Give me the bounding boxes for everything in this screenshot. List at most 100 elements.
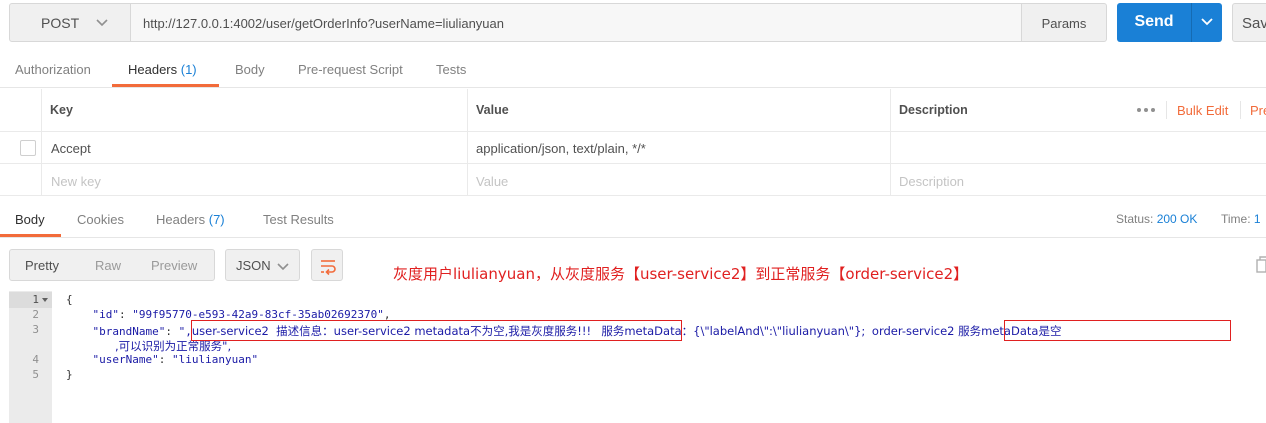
response-status: Status: 200 OK: [1116, 212, 1197, 226]
chevron-down-icon[interactable]: [1201, 17, 1213, 27]
code-line: }: [66, 368, 73, 381]
chevron-down-icon: [277, 263, 289, 271]
table-row-new: New key Value Description: [0, 164, 1266, 196]
tab-label: Authorization: [15, 62, 91, 77]
tab-label: Headers: [156, 212, 209, 227]
new-value-placeholder: Value: [476, 174, 509, 189]
tab-label: Tests: [436, 62, 467, 77]
active-tab-indicator: [112, 84, 219, 87]
new-key-placeholder: New key: [51, 174, 101, 189]
params-button[interactable]: Params: [1021, 3, 1107, 42]
divider: [1166, 101, 1167, 119]
key-cell[interactable]: Accept: [41, 132, 467, 163]
format-select[interactable]: JSON: [225, 249, 300, 281]
new-value-input[interactable]: Value: [467, 164, 890, 195]
column-header-key: Key: [41, 89, 467, 131]
json-string: "liulianyuan": [171, 353, 259, 366]
view-preview-button[interactable]: Preview: [151, 258, 197, 273]
url-input[interactable]: http://127.0.0.1:4002/user/getOrderInfo?…: [131, 3, 1022, 42]
view-pretty-button[interactable]: Pretty: [25, 258, 59, 273]
request-tabs: Authorization Headers (1) Body Pre-reque…: [0, 52, 1266, 88]
status-value: 200 OK: [1156, 212, 1198, 226]
view-raw-button[interactable]: Raw: [95, 258, 121, 273]
row-enabled-checkbox[interactable]: [20, 140, 36, 156]
request-bar: POST http://127.0.0.1:4002/user/getOrder…: [0, 0, 1266, 46]
line-number: 4: [32, 353, 39, 366]
tab-label: Headers: [128, 62, 181, 77]
url-text: http://127.0.0.1:4002/user/getOrderInfo?…: [143, 16, 504, 31]
send-divider: [1191, 3, 1192, 42]
column-header-label: Key: [50, 103, 73, 117]
tab-label: Pre-request Script: [298, 62, 403, 77]
line-number: 5: [32, 368, 39, 381]
response-tabs: Body Cookies Headers (7) Test Results St…: [0, 198, 1266, 238]
presets-link[interactable]: Pre: [1250, 103, 1266, 118]
chevron-down-icon: [96, 19, 108, 27]
send-button[interactable]: Send: [1117, 3, 1222, 42]
highlight-box: [191, 320, 682, 341]
divider: [1240, 101, 1241, 119]
json-key: "brandName": [92, 325, 166, 338]
tab-tests[interactable]: Tests: [436, 62, 466, 77]
tab-label: Body: [235, 62, 265, 77]
fold-arrow-icon[interactable]: [42, 298, 48, 302]
tab-count-badge: (1): [180, 62, 197, 77]
time-value: 1: [1253, 212, 1261, 226]
column-header-label: Description: [899, 103, 968, 117]
column-header-value: Value: [467, 89, 890, 131]
new-key-input[interactable]: New key: [41, 164, 467, 195]
table-header-row: Key Value Description Bulk Edit Pre: [0, 89, 1266, 132]
save-button[interactable]: Sav: [1232, 3, 1266, 42]
brace: {: [66, 293, 73, 306]
highlight-box: [1004, 320, 1231, 341]
bulk-edit-link[interactable]: Bulk Edit: [1177, 103, 1228, 118]
response-body-editor[interactable]: 1 2 3 4 5 { "id": "99f95770-e593-42a9-83…: [9, 291, 1266, 423]
json-key: "id": [92, 308, 120, 321]
json-key: "userName": [92, 353, 159, 366]
wrap-lines-button[interactable]: [311, 249, 343, 281]
response-tab-headers[interactable]: Headers (7): [156, 212, 225, 227]
copy-icon[interactable]: [1256, 256, 1266, 274]
code-line: {: [66, 293, 73, 306]
json-string: ",: [178, 325, 192, 338]
format-label: JSON: [236, 258, 271, 273]
tab-label: Body: [15, 212, 45, 227]
line-number: 3: [32, 323, 39, 336]
wrap-lines-icon: [321, 260, 336, 276]
method-select[interactable]: POST: [9, 3, 131, 42]
column-header-label: Value: [476, 103, 509, 117]
value-cell[interactable]: application/json, text/plain, */*: [467, 132, 890, 163]
params-label: Params: [1041, 16, 1087, 31]
line-number: 2: [32, 308, 39, 321]
time-label: Time:: [1221, 212, 1251, 226]
tab-pre-request-script[interactable]: Pre-request Script: [298, 62, 403, 77]
tab-count-badge: (7): [208, 212, 225, 227]
method-label: POST: [41, 15, 80, 31]
send-label: Send: [1134, 13, 1174, 30]
key-value: Accept: [51, 141, 91, 156]
more-options-icon[interactable]: [1136, 107, 1156, 113]
tab-headers[interactable]: Headers (1): [128, 62, 197, 77]
brace: }: [66, 368, 73, 381]
view-mode-group: Pretty Raw Preview: [9, 249, 215, 281]
tab-body[interactable]: Body: [235, 62, 265, 77]
response-tab-cookies[interactable]: Cookies: [77, 212, 124, 227]
table-row: Accept application/json, text/plain, */*: [0, 132, 1266, 164]
line-number: 1: [32, 293, 39, 306]
json-string: ,可以识别为正常服务",: [115, 339, 232, 353]
new-description-input[interactable]: Description: [890, 164, 1266, 195]
line-number-gutter: 1 2 3 4 5: [9, 291, 52, 423]
annotation-text: 灰度用户liulianyuan，从灰度服务【user-service2】到正常服…: [393, 265, 969, 283]
description-cell[interactable]: [890, 132, 1266, 163]
value-text: application/json, text/plain, */*: [476, 141, 646, 156]
code-line: "userName": "liulianyuan": [92, 353, 259, 366]
response-tab-test-results[interactable]: Test Results: [263, 212, 334, 227]
response-time: Time: 1: [1221, 212, 1261, 226]
response-tab-body[interactable]: Body: [15, 212, 45, 227]
tab-label: Test Results: [263, 212, 334, 227]
save-label: Sav: [1242, 15, 1266, 32]
active-tab-indicator: [0, 234, 61, 237]
new-description-placeholder: Description: [899, 174, 965, 189]
tab-label: Cookies: [77, 212, 124, 227]
tab-authorization[interactable]: Authorization: [15, 62, 91, 77]
